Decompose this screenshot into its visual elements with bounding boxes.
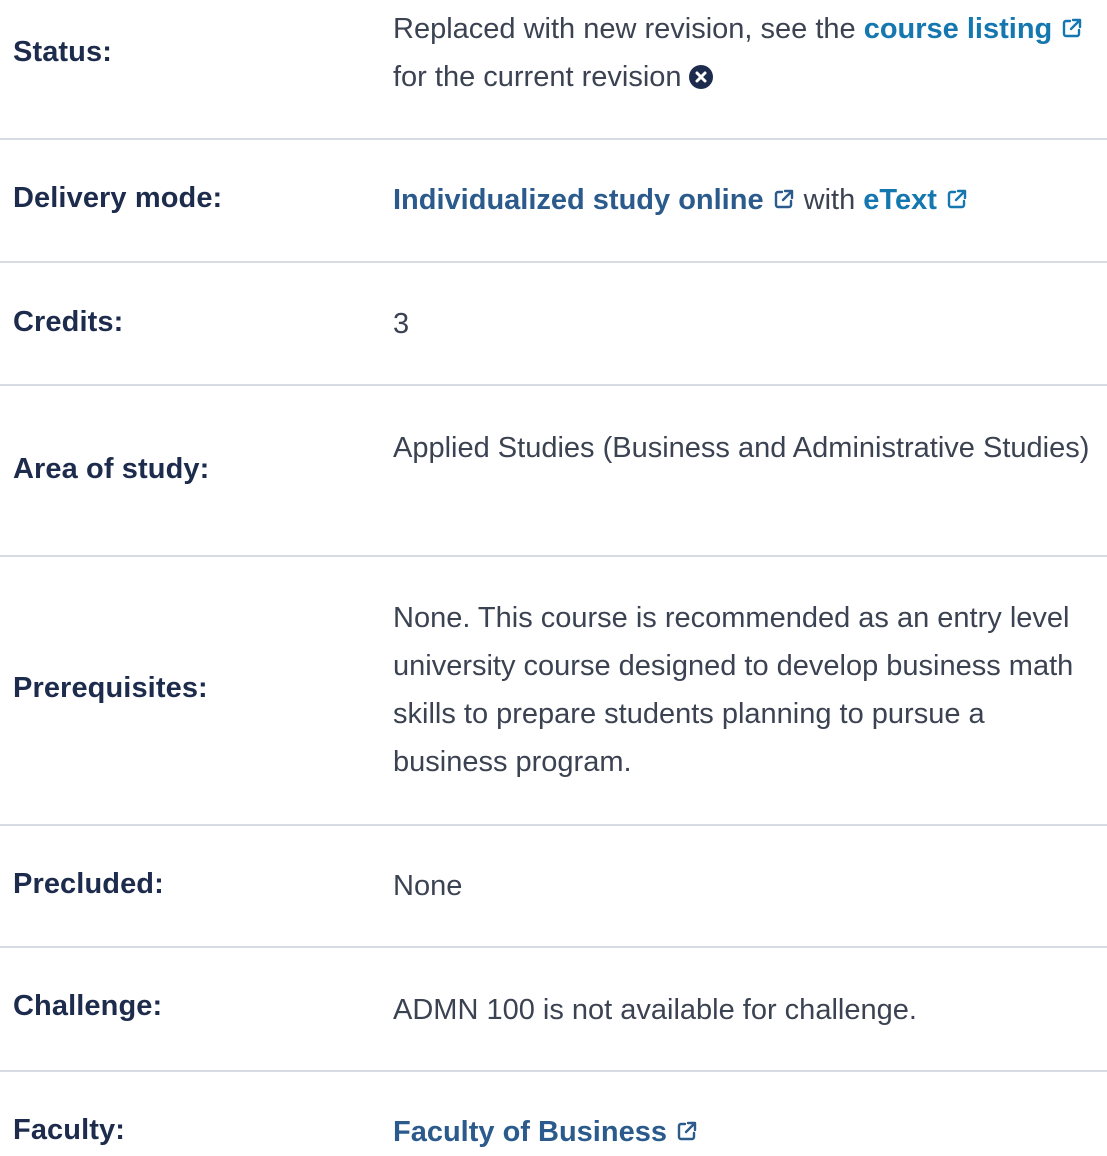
challenge-label: Challenge: — [13, 990, 163, 1022]
area-of-study-value: Applied Studies (Business and Administra… — [393, 432, 1090, 464]
status-label: Status: — [13, 36, 112, 68]
row-divider — [0, 138, 1107, 140]
row-divider — [0, 824, 1107, 826]
status-value: Replaced with new revision, see the cour… — [393, 5, 1105, 101]
external-link-icon[interactable] — [945, 187, 969, 211]
close-circle-icon — [688, 65, 713, 89]
row-divider — [0, 555, 1107, 557]
row-divider — [0, 1070, 1107, 1072]
precluded-label: Precluded: — [13, 868, 164, 900]
individualized-study-link[interactable]: Individualized study online — [393, 184, 764, 216]
delivery-mode-label: Delivery mode: — [13, 182, 223, 214]
faculty-value: Faculty of Business — [393, 1108, 1105, 1156]
etext-link[interactable]: eText — [863, 184, 937, 216]
credits-value: 3 — [393, 308, 410, 340]
row-divider — [0, 384, 1107, 386]
external-link-icon[interactable] — [1060, 16, 1084, 40]
credits-label: Credits: — [13, 306, 124, 338]
row-divider — [0, 946, 1107, 948]
prerequisites-label: Prerequisites: — [13, 672, 208, 704]
course-listing-link[interactable]: course listing — [864, 13, 1053, 45]
delivery-with-text: with — [795, 184, 864, 216]
precluded-value: None — [393, 870, 463, 902]
external-link-icon[interactable] — [772, 187, 796, 211]
faculty-of-business-link[interactable]: Faculty of Business — [393, 1116, 667, 1148]
faculty-label: Faculty: — [13, 1114, 125, 1146]
delivery-mode-value: Individualized study online with eText — [393, 176, 1105, 224]
status-prefix: Replaced with new revision, see the — [393, 13, 864, 45]
status-suffix: for the current revision — [393, 61, 682, 93]
area-of-study-label: Area of study: — [13, 453, 210, 485]
prerequisites-value: None. This course is recommended as an e… — [393, 602, 1074, 778]
row-divider — [0, 261, 1107, 263]
external-link-icon[interactable] — [675, 1119, 699, 1143]
challenge-value: ADMN 100 is not available for challenge. — [393, 994, 917, 1026]
